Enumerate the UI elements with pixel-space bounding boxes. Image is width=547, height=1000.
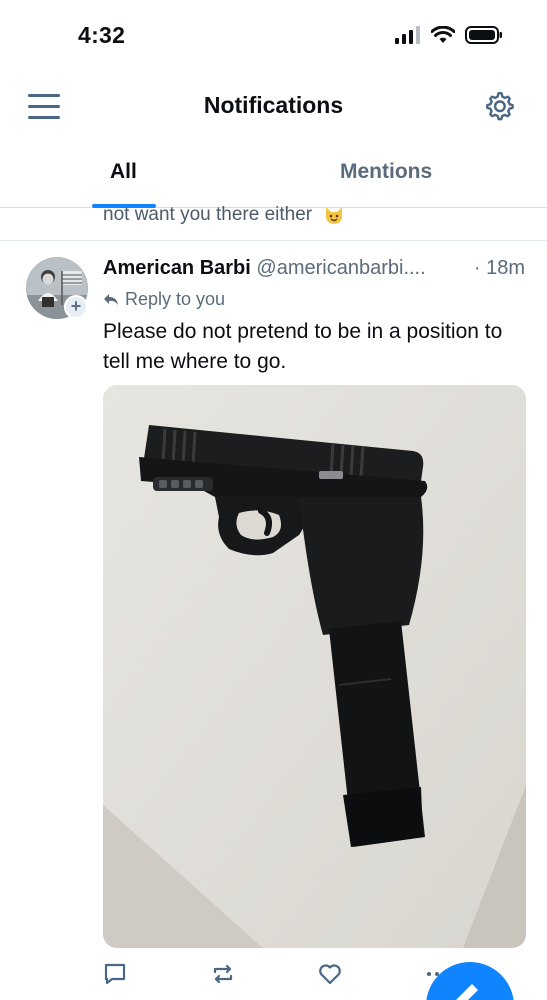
reply-icon[interactable]: [102, 961, 128, 987]
notification-tabs: All Mentions: [0, 142, 547, 208]
like-heart-icon[interactable]: [317, 961, 343, 987]
reply-to-indicator[interactable]: Reply to you: [103, 289, 225, 310]
tab-mentions[interactable]: Mentions: [340, 160, 432, 184]
cellular-signal-icon: [395, 26, 420, 44]
reply-post[interactable]: + American Barbi @americanbarbi.... · 18…: [0, 241, 547, 1000]
post-text: Please do not pretend to be in a positio…: [103, 320, 503, 373]
post-photo: [103, 385, 526, 948]
battery-icon: [465, 26, 502, 44]
follow-plus-icon[interactable]: +: [64, 295, 88, 319]
wifi-icon: [431, 26, 455, 43]
previous-notification-text: not want you there either: [103, 204, 313, 225]
previous-notification-snippet[interactable]: not want you there either: [103, 204, 345, 226]
status-bar: 4:32: [0, 0, 547, 72]
reply-to-label: Reply to you: [125, 289, 226, 309]
author-handle[interactable]: @americanbarbi....: [256, 257, 425, 279]
status-time: 4:32: [78, 22, 126, 48]
status-icons: [395, 26, 503, 44]
post-image[interactable]: [103, 385, 526, 948]
repost-icon[interactable]: [210, 961, 236, 987]
smiling-cat-emoji-icon: [326, 206, 343, 224]
compose-pencil-icon: [456, 984, 478, 1000]
author-display-name[interactable]: American Barbi: [103, 257, 251, 279]
compose-button[interactable]: [426, 962, 514, 1000]
post-timestamp: · 18m: [469, 257, 525, 280]
post-author-line: American Barbi @americanbarbi....: [103, 257, 533, 280]
app-header: Notifications: [0, 72, 547, 142]
reply-arrow-icon: [104, 293, 118, 305]
gear-icon[interactable]: [483, 90, 515, 122]
tab-all[interactable]: All: [110, 160, 137, 184]
page-title: Notifications: [203, 92, 344, 118]
